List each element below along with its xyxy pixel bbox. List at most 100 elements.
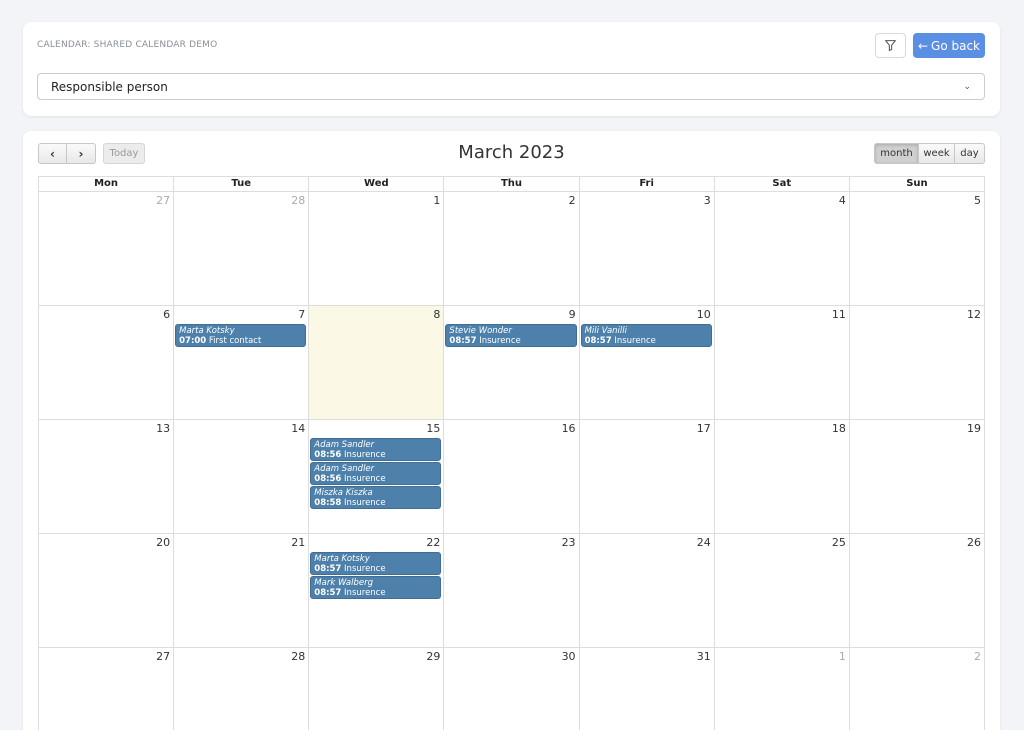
go-back-button[interactable]: ← Go back	[913, 33, 985, 58]
event-time: 08:58	[314, 498, 342, 508]
calendar-event[interactable]: Mark Walberg 08:57 Insurence	[310, 576, 442, 599]
day-number[interactable]: 13	[156, 422, 170, 435]
day-number[interactable]: 1	[433, 194, 440, 207]
day-cell[interactable]: 1	[309, 192, 445, 306]
day-number[interactable]: 25	[832, 536, 846, 549]
event-person: Marta Kotsky	[314, 554, 370, 564]
view-day-button[interactable]: day	[955, 143, 985, 164]
day-cell[interactable]: 21	[174, 534, 310, 648]
day-cell[interactable]: 19	[849, 420, 985, 534]
day-number[interactable]: 24	[697, 536, 711, 549]
day-number[interactable]: 15	[426, 422, 440, 435]
day-cell[interactable]: 20	[39, 534, 175, 648]
day-number[interactable]: 26	[967, 536, 981, 549]
day-number[interactable]: 29	[426, 650, 440, 663]
calendar-event[interactable]: Miszka Kiszka 08:58 Insurence	[310, 486, 442, 509]
day-number[interactable]: 2	[974, 650, 981, 663]
day-cell[interactable]: 7 Marta Kotsky 07:00 First contact	[174, 306, 310, 420]
day-cell[interactable]: 6	[39, 306, 175, 420]
day-number[interactable]: 4	[839, 194, 846, 207]
day-number[interactable]: 14	[291, 422, 305, 435]
event-person: Mark Walberg	[314, 578, 373, 588]
event-detail: 08:57 Insurence	[585, 336, 656, 346]
day-number[interactable]: 10	[697, 308, 711, 321]
day-number[interactable]: 7	[298, 308, 305, 321]
day-number[interactable]: 17	[697, 422, 711, 435]
calendar-event[interactable]: Stevie Wonder 08:57 Insurence	[445, 324, 577, 347]
day-cell[interactable]: 1	[715, 648, 850, 730]
week-row: 20 21 22 Marta Kotsky 08:57 Insurence Mark Wa…	[39, 534, 985, 648]
event-detail: 07:00 First contact	[179, 336, 261, 346]
day-cell[interactable]: 2	[850, 648, 985, 730]
day-number[interactable]: 22	[426, 536, 440, 549]
day-cell[interactable]: 25	[714, 534, 850, 648]
day-number[interactable]: 23	[562, 536, 576, 549]
day-number[interactable]: 27	[156, 194, 170, 207]
day-cell[interactable]: 12	[849, 306, 985, 420]
view-month-button[interactable]: month	[874, 143, 919, 164]
day-number[interactable]: 21	[291, 536, 305, 549]
day-cell[interactable]: 31	[580, 648, 715, 730]
day-cell[interactable]: 2	[444, 192, 580, 306]
weekday-header-row: Mon Tue Wed Thu Fri Sat Sun	[39, 177, 985, 192]
day-cell[interactable]: 23	[444, 534, 580, 648]
day-cell-today[interactable]: 8	[309, 306, 445, 420]
filter-panel: CALENDAR: SHARED CALENDAR DEMO ← Go back…	[23, 22, 1000, 116]
day-number[interactable]: 18	[832, 422, 846, 435]
day-cell[interactable]: 24	[579, 534, 715, 648]
day-cell[interactable]: 29	[309, 648, 445, 730]
day-cell[interactable]: 3	[579, 192, 715, 306]
day-cell[interactable]: 18	[714, 420, 850, 534]
day-cell[interactable]: 10 Mili Vanilli 08:57 Insurence	[579, 306, 715, 420]
calendar-event[interactable]: Mili Vanilli 08:57 Insurence	[580, 324, 712, 347]
day-number[interactable]: 30	[562, 650, 576, 663]
weekday-header: Wed	[309, 177, 445, 192]
day-number[interactable]: 20	[156, 536, 170, 549]
day-cell[interactable]: 13	[39, 420, 175, 534]
event-detail: 08:58 Insurence	[314, 498, 385, 508]
day-cell[interactable]: 27	[39, 648, 175, 730]
day-cell[interactable]: 9 Stevie Wonder 08:57 Insurence	[444, 306, 580, 420]
day-cell[interactable]: 22 Marta Kotsky 08:57 Insurence Mark Walber…	[309, 534, 445, 648]
day-cell[interactable]: 5	[849, 192, 985, 306]
day-number[interactable]: 28	[291, 194, 305, 207]
day-cell[interactable]: 4	[714, 192, 850, 306]
event-title: Insurence	[344, 474, 386, 484]
calendar-event[interactable]: Marta Kotsky 07:00 First contact	[175, 324, 307, 347]
event-list: Mili Vanilli 08:57 Insurence	[580, 324, 712, 348]
day-number[interactable]: 5	[974, 194, 981, 207]
day-number[interactable]: 31	[697, 650, 711, 663]
event-title: Insurence	[614, 336, 656, 346]
day-cell[interactable]: 17	[579, 420, 715, 534]
calendar-event[interactable]: Marta Kotsky 08:57 Insurence	[310, 552, 442, 575]
day-cell[interactable]: 28	[174, 648, 310, 730]
day-number[interactable]: 27	[156, 650, 170, 663]
day-number[interactable]: 19	[967, 422, 981, 435]
filter-button[interactable]	[875, 33, 906, 58]
event-list: Marta Kotsky 08:57 Insurence Mark Walberg 0…	[310, 552, 442, 600]
day-cell[interactable]: 14	[174, 420, 310, 534]
responsible-person-select[interactable]: Responsible person ⌄	[37, 73, 985, 100]
day-number[interactable]: 12	[967, 308, 981, 321]
day-number[interactable]: 1	[839, 650, 846, 663]
event-detail: 08:57 Insurence	[314, 564, 385, 574]
day-number[interactable]: 28	[291, 650, 305, 663]
day-cell[interactable]: 30	[444, 648, 580, 730]
day-number[interactable]: 6	[163, 308, 170, 321]
day-cell[interactable]: 28	[174, 192, 310, 306]
day-cell[interactable]: 27	[39, 192, 175, 306]
calendar-event[interactable]: Adam Sandler 08:56 Insurence	[310, 462, 442, 485]
day-number[interactable]: 3	[704, 194, 711, 207]
day-cell[interactable]: 11	[714, 306, 850, 420]
chevron-down-icon: ⌄	[963, 81, 971, 92]
day-number[interactable]: 11	[832, 308, 846, 321]
view-week-button[interactable]: week	[919, 143, 955, 164]
day-number[interactable]: 16	[562, 422, 576, 435]
calendar-event[interactable]: Adam Sandler 08:56 Insurence	[310, 438, 442, 461]
day-cell[interactable]: 16	[444, 420, 580, 534]
day-number[interactable]: 9	[569, 308, 576, 321]
day-cell[interactable]: 26	[849, 534, 985, 648]
day-number[interactable]: 8	[433, 308, 440, 321]
day-number[interactable]: 2	[569, 194, 576, 207]
day-cell[interactable]: 15 Adam Sandler 08:56 Insurence Adam Sandle…	[309, 420, 445, 534]
